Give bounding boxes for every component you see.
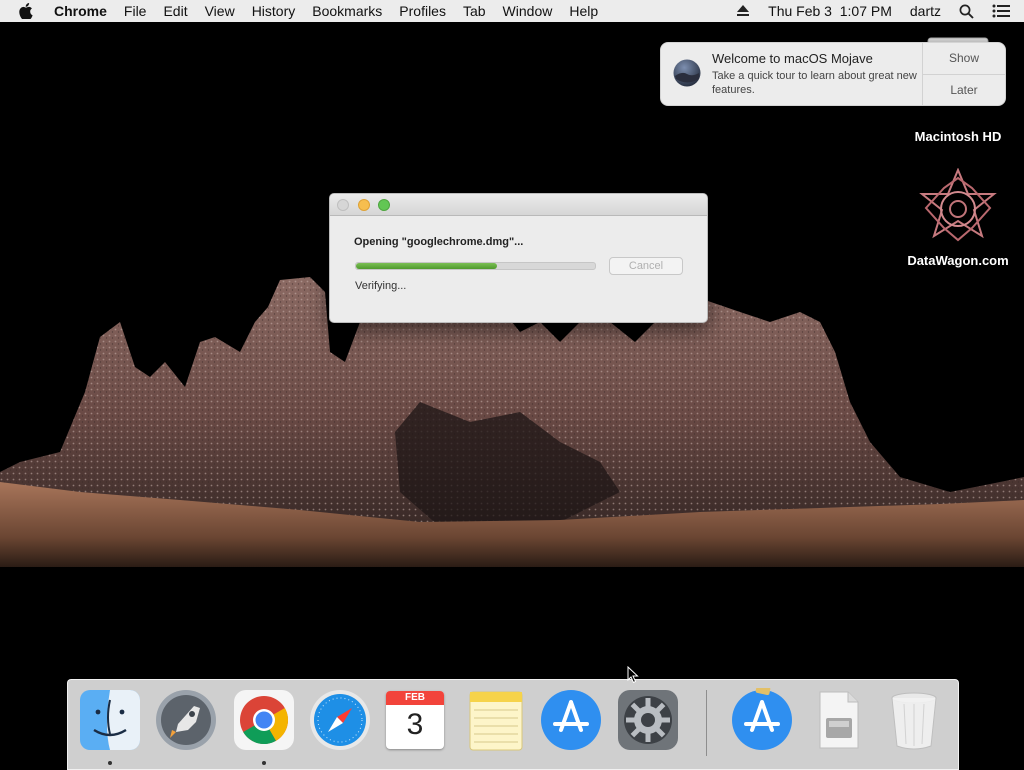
dock: FEB 3 (67, 679, 959, 770)
notification-body: Take a quick tour to learn about great n… (712, 70, 917, 96)
menu-window[interactable]: Window (503, 3, 553, 19)
spotlight-search-icon[interactable] (959, 4, 974, 19)
progress-fill (356, 263, 497, 269)
calendar-day: 3 (406, 708, 424, 741)
document-stack-icon[interactable] (806, 688, 870, 752)
launchpad-icon[interactable] (154, 688, 218, 752)
finder-icon[interactable] (78, 688, 142, 752)
safari-icon[interactable] (308, 688, 372, 752)
desktop-wallpaper (0, 22, 1024, 768)
eject-icon[interactable] (736, 5, 750, 17)
app-store-icon[interactable] (539, 688, 603, 752)
calendar-month: FEB (386, 691, 444, 705)
trash-icon[interactable] (882, 688, 946, 752)
chrome-running-dot (262, 761, 266, 765)
verify-progress-bar (355, 262, 596, 270)
system-preferences-icon[interactable] (616, 688, 680, 752)
downloads-app-store-icon[interactable] (730, 688, 794, 752)
finder-running-dot (108, 761, 112, 765)
datawagon-label: DataWagon.com (907, 253, 1009, 268)
calendar-icon[interactable]: FEB 3 (386, 691, 444, 749)
datawagon-logo-icon (919, 167, 997, 242)
opening-dmg-dialog: Opening "googlechrome.dmg"... Cancel Ver… (329, 193, 708, 323)
cancel-button[interactable]: Cancel (609, 257, 683, 275)
macos-mojave-icon (673, 59, 701, 87)
menu-app-name[interactable]: Chrome (54, 3, 107, 19)
menu-history[interactable]: History (252, 3, 296, 19)
desktop-icon-datawagon[interactable]: DataWagon.com (903, 167, 1013, 268)
chrome-icon[interactable] (232, 688, 296, 752)
menu-bar: Chrome File Edit View History Bookmarks … (0, 0, 1024, 23)
menu-edit[interactable]: Edit (163, 3, 187, 19)
window-minimize-button[interactable] (358, 199, 370, 211)
notification-title: Welcome to macOS Mojave (712, 51, 873, 66)
menu-tab[interactable]: Tab (463, 3, 486, 19)
menu-profiles[interactable]: Profiles (399, 3, 446, 19)
window-close-button[interactable] (337, 199, 349, 211)
dialog-titlebar[interactable] (330, 194, 707, 216)
notification-show-button[interactable]: Show (923, 43, 1005, 74)
mouse-cursor-icon (627, 666, 639, 684)
window-zoom-button[interactable] (378, 199, 390, 211)
menu-help[interactable]: Help (569, 3, 598, 19)
notes-icon[interactable] (464, 688, 528, 752)
menu-bookmarks[interactable]: Bookmarks (312, 3, 382, 19)
dialog-heading: Opening "googlechrome.dmg"... (354, 236, 524, 248)
notification-center-icon[interactable] (992, 4, 1010, 18)
apple-menu-icon[interactable] (19, 3, 37, 19)
notification-later-button[interactable]: Later (923, 74, 1005, 105)
menubar-clock[interactable]: Thu Feb 3 1:07 PM (768, 3, 892, 19)
dock-separator (706, 690, 707, 756)
notification-actions: Show Later (922, 43, 1005, 105)
dialog-status: Verifying... (355, 280, 407, 292)
macintosh-hd-label: Macintosh HD (914, 129, 1002, 144)
menubar-user[interactable]: dartz (910, 3, 941, 19)
menu-view[interactable]: View (205, 3, 235, 19)
notification-banner[interactable]: Welcome to macOS Mojave Take a quick tou… (660, 42, 1006, 106)
menu-file[interactable]: File (124, 3, 147, 19)
